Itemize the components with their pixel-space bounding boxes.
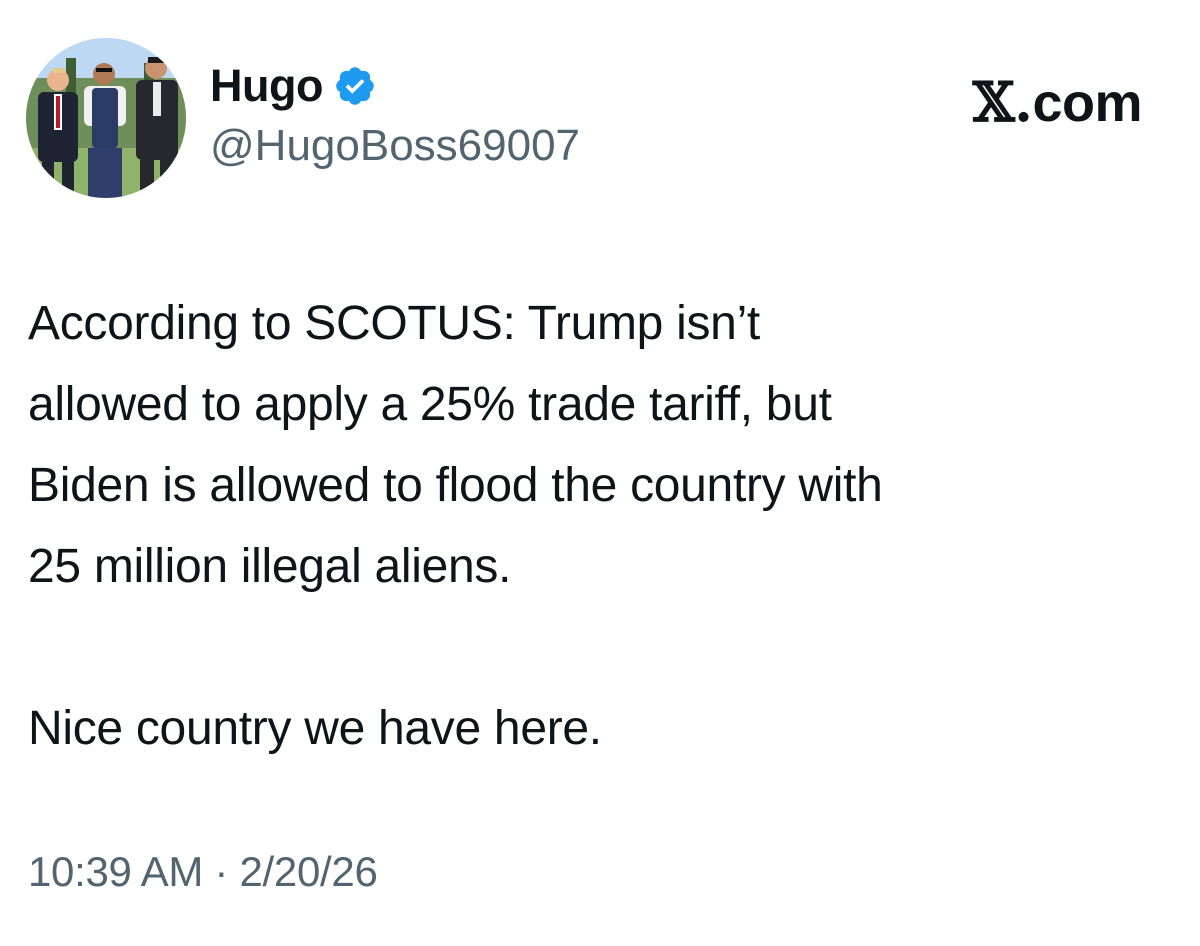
author-display-name[interactable]: Hugo (210, 58, 323, 114)
verified-badge-icon (333, 64, 377, 108)
x-com-logo: 𝕏.com (972, 70, 1143, 135)
tweet-timestamp[interactable]: 10:39 AM · 2/20/26 (28, 842, 378, 902)
tweet-line: allowed to apply a 25% trade tariff, but (28, 378, 832, 431)
avatar[interactable] (26, 38, 186, 198)
tweet-line: Biden is allowed to flood the country wi… (28, 459, 883, 512)
tweet-text: According to SCOTUS: Trump isn’t allowed… (28, 283, 1158, 769)
x-logo-prefix: 𝕏. (972, 70, 1033, 134)
tweet-line: 25 million illegal aliens. (28, 540, 512, 593)
author-name-row: Hugo (210, 58, 377, 114)
tweet-card: Hugo @HugoBoss69007 𝕏.com According to S… (0, 0, 1200, 946)
x-logo-text: com (1032, 73, 1142, 133)
tweet-line: According to SCOTUS: Trump isn’t (28, 297, 760, 350)
author-handle[interactable]: @HugoBoss69007 (210, 118, 580, 174)
avatar-photo (26, 38, 186, 198)
tweet-line: Nice country we have here. (28, 702, 602, 755)
